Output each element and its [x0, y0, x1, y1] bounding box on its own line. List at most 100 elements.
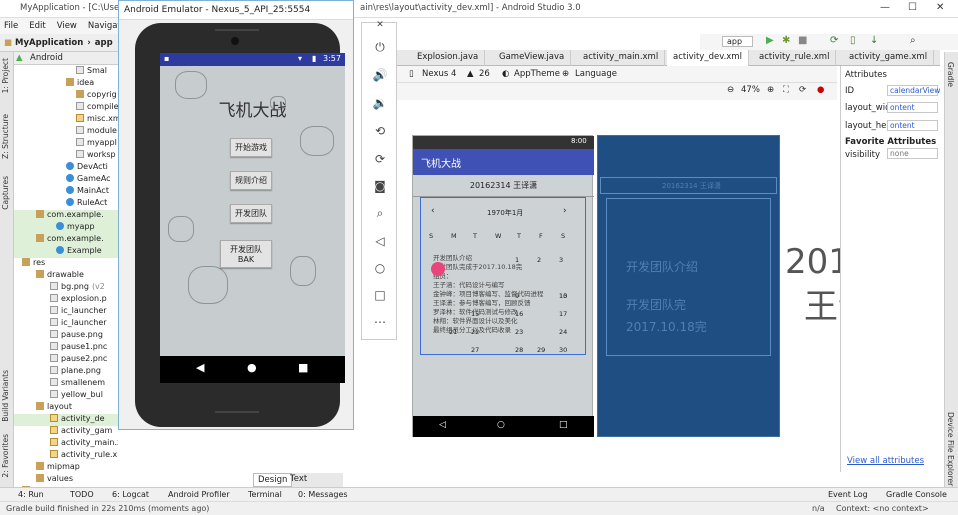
tree-item[interactable]: layout [14, 402, 118, 414]
sdk-manager-icon[interactable]: ↓ [870, 35, 878, 46]
tool-tab-structure[interactable]: Z: Structure [1, 114, 10, 159]
tree-item[interactable]: yellow_bul [14, 390, 118, 402]
tree-item[interactable]: res [14, 258, 118, 270]
attr-height-field[interactable]: ontent [887, 120, 938, 131]
zoom-icon[interactable]: ⌕ [371, 206, 389, 224]
tree-item[interactable]: pause2.pnc [14, 354, 118, 366]
menu-file[interactable]: File [0, 21, 18, 31]
tree-item[interactable]: bg.png (v2 [14, 282, 118, 294]
maximize-icon[interactable]: ☐ [908, 2, 917, 13]
tab-activity-rule-xml[interactable]: activity_rule.xml [753, 50, 837, 66]
phone-screen[interactable]: ▪ ▾ ▮ 3:57 飞机大战 开始游戏 规则介绍 开发团队 开发团队BAK ◀ [160, 53, 345, 383]
tree-item[interactable]: GameAc [14, 174, 118, 186]
calendar-view[interactable]: ‹ 1970年1月 › SMTWTFS 1 2 3 9 10 13 15 16 17 21 22 23… [420, 197, 586, 355]
tool-todo[interactable]: TODO [70, 490, 94, 499]
tree-item[interactable]: values [14, 474, 118, 486]
power-icon[interactable]: ⏻ [371, 40, 389, 58]
tab-activity-main-xml[interactable]: activity_main.xml [577, 50, 666, 66]
tree-item[interactable]: pause1.pnc [14, 342, 118, 354]
tree-item[interactable]: explosion.p [14, 294, 118, 306]
calendar-day[interactable]: 30 [559, 346, 567, 354]
dev-team-button[interactable]: 开发团队 [230, 204, 272, 223]
tree-item[interactable]: drawable [14, 270, 118, 282]
chevron-right-icon[interactable]: › [563, 206, 567, 216]
tab-gameview-java[interactable]: GameView.java [493, 50, 572, 66]
tree-item[interactable]: idea [14, 78, 118, 90]
calendar-day[interactable]: 28 [515, 346, 523, 354]
tool-tab-favorites[interactable]: 2: Favorites [1, 434, 10, 478]
visibility-select[interactable]: none [887, 148, 938, 159]
view-all-attributes-link[interactable]: View all attributes [847, 456, 924, 466]
project-view-select[interactable]: Android [30, 53, 63, 63]
tool-tab-project[interactable]: 1: Project [1, 58, 10, 93]
tab-activity-dev-xml[interactable]: activity_dev.xml [667, 50, 749, 66]
tree-item[interactable]: worksp [14, 150, 118, 162]
attr-id-field[interactable]: calendarView [887, 85, 940, 96]
tab-explosion-java[interactable]: Explosion.java [411, 50, 486, 66]
tree-item[interactable]: ic_launcher [14, 318, 118, 330]
rotate-right-icon[interactable]: ⟳ [371, 152, 389, 170]
menu-view[interactable]: View [53, 21, 77, 31]
tree-item[interactable]: com.example. [14, 210, 118, 222]
tree-item[interactable]: Smal [14, 66, 118, 78]
screenshot-icon[interactable]: ◙ [371, 179, 389, 197]
tree-item[interactable]: com.example. [14, 234, 118, 246]
tree-item[interactable]: compile [14, 102, 118, 114]
tree-item[interactable]: plane.png [14, 366, 118, 378]
tree-item[interactable]: DevActi [14, 162, 118, 174]
tree-item[interactable]: smallenem [14, 378, 118, 390]
overview-icon[interactable]: □ [371, 288, 389, 306]
tool-tab-build-variants[interactable]: Build Variants [1, 370, 10, 422]
rotate-left-icon[interactable]: ⟲ [371, 124, 389, 142]
close-icon[interactable]: ✕ [371, 20, 389, 38]
back-icon[interactable]: ◀ [196, 361, 204, 374]
design-canvas[interactable]: 8:00 飞机大战 20162314 王译潇 ‹ 1970年1月 › S M T W T… [397, 100, 958, 472]
tool-gradle-console[interactable]: Gradle Console [886, 490, 947, 499]
tool-messages[interactable]: 0: Messages [298, 490, 348, 499]
menu-edit[interactable]: Edit [25, 21, 45, 31]
search-icon[interactable]: ⌕ [910, 35, 916, 46]
debug-icon[interactable]: ✱ [782, 35, 790, 46]
recents-icon[interactable]: ■ [298, 361, 308, 374]
zoom-fit-icon[interactable]: ⛶ [783, 85, 789, 95]
device-select[interactable]: Nexus 4 [422, 69, 456, 79]
rules-button[interactable]: 规则介绍 [230, 171, 272, 190]
error-icon[interactable]: ● [817, 85, 824, 95]
back-icon[interactable]: ◁ [371, 234, 389, 252]
tree-item[interactable]: myapp [14, 222, 118, 234]
volume-down-icon[interactable]: 🔉 [371, 96, 389, 114]
tree-item[interactable]: RuleAct [14, 198, 118, 210]
chevron-left-icon[interactable]: ‹ [431, 206, 435, 216]
zoom-in-icon[interactable]: ⊕ [767, 85, 774, 95]
avd-manager-icon[interactable]: ▯ [850, 35, 856, 46]
tool-tab-device-file-explorer[interactable]: Device File Explorer [946, 412, 955, 486]
tree-item[interactable]: pause.png [14, 330, 118, 342]
stop-icon[interactable]: ■ [798, 35, 807, 46]
tree-item[interactable]: myappl [14, 138, 118, 150]
tool-run[interactable]: 4: Run [18, 490, 44, 499]
tool-logcat[interactable]: 6: Logcat [112, 490, 149, 499]
tool-event-log[interactable]: Event Log [828, 490, 868, 499]
sync-icon[interactable]: ⟳ [830, 35, 838, 46]
calendar-day[interactable]: 29 [537, 346, 545, 354]
tree-item[interactable]: activity_main.xml [14, 438, 118, 450]
tree-item[interactable]: activity_gam [14, 426, 118, 438]
tree-item[interactable]: activity_rule.xml [14, 450, 118, 462]
minimize-icon[interactable]: — [880, 2, 890, 13]
tab-text[interactable]: Text [286, 473, 311, 485]
volume-up-icon[interactable]: 🔊 [371, 68, 389, 86]
language-select[interactable]: Language [575, 69, 617, 79]
tree-item[interactable]: MainAct [14, 186, 118, 198]
close-icon[interactable]: ✕ [936, 2, 944, 13]
tree-item[interactable]: ic_launcher [14, 306, 118, 318]
fab-button[interactable] [431, 262, 445, 276]
breadcrumb-app[interactable]: app [95, 38, 113, 48]
attr-width-field[interactable]: ontent [887, 102, 938, 113]
start-game-button[interactable]: 开始游戏 [230, 138, 272, 157]
more-icon[interactable]: ⋯ [371, 315, 389, 333]
tree-item[interactable]: mipmap [14, 462, 118, 474]
tree-item[interactable]: copyrig [14, 90, 118, 102]
run-icon[interactable]: ▶ [766, 35, 774, 46]
zoom-out-icon[interactable]: ⊖ [727, 85, 734, 95]
theme-select[interactable]: AppTheme [514, 69, 560, 79]
